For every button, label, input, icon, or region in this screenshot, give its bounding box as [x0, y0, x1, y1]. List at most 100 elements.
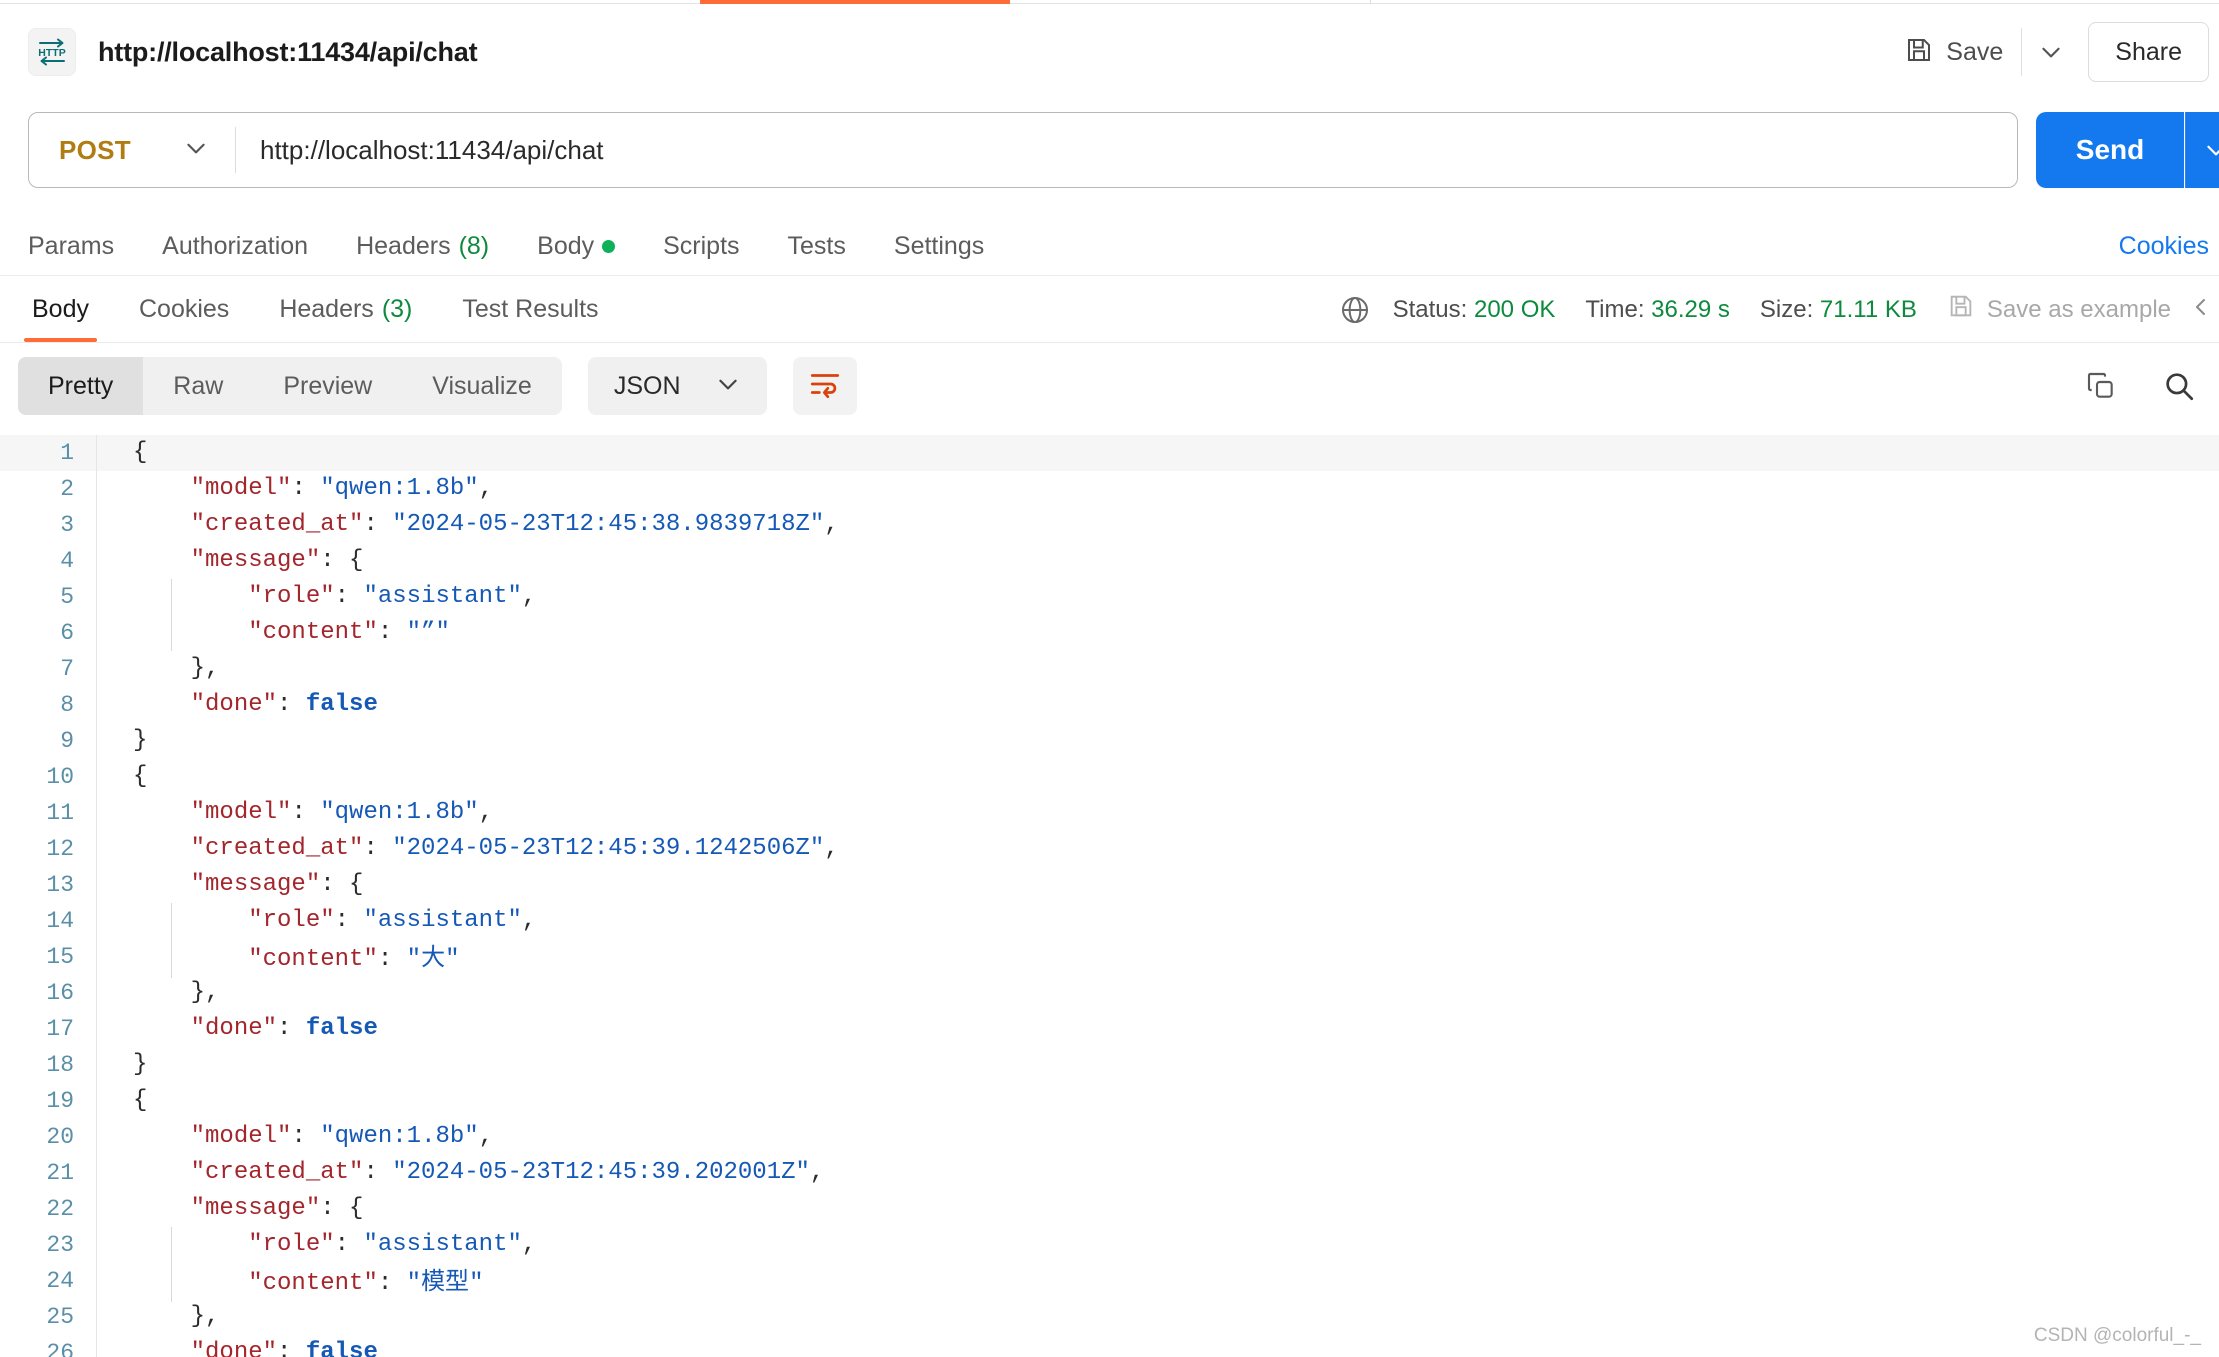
code-line: 23 "role": "assistant", [0, 1227, 2219, 1263]
code-token: "2024-05-23T12:45:39.1242506Z" [392, 835, 825, 862]
status-value: 200 OK [1473, 295, 1556, 323]
search-icon[interactable] [2153, 360, 2205, 412]
time-value: 36.29 s [1651, 295, 1730, 323]
response-tab-test-results[interactable]: Test Results [448, 278, 612, 342]
indent-guide [171, 1263, 172, 1302]
code-token: }, [190, 979, 220, 1006]
response-body-viewer[interactable]: 1{2 "model": "qwen:1.8b", 3 "created_at":… [0, 429, 2219, 1357]
code-token: "role" [248, 583, 335, 610]
line-number: 13 [46, 872, 74, 898]
code-text: "role": "assistant", [97, 579, 536, 615]
code-token: " [406, 1270, 422, 1297]
line-number: 17 [46, 1016, 74, 1042]
code-token: { [133, 763, 148, 790]
tab-body[interactable]: Body [537, 232, 616, 261]
tab-label: Body [537, 232, 595, 260]
code-text: } [97, 1047, 147, 1083]
copy-icon[interactable] [2075, 360, 2127, 412]
code-token: : [291, 475, 321, 502]
response-tab-headers[interactable]: Headers (3) [265, 278, 426, 342]
method-selector[interactable]: POST [29, 113, 235, 187]
save-icon [1904, 35, 1934, 70]
time-label: Time: [1585, 295, 1645, 323]
headers-count: (8) [458, 232, 490, 260]
tab-label: Params [28, 232, 115, 260]
code-token: false [305, 1339, 378, 1357]
request-title: http://localhost:11434/api/chat [98, 36, 478, 67]
response-tab-body[interactable]: Body [18, 278, 103, 342]
method-label: POST [59, 134, 131, 165]
tab-scripts[interactable]: Scripts [663, 232, 739, 261]
code-token: , [478, 475, 494, 502]
response-tab-cookies[interactable]: Cookies [125, 278, 243, 342]
code-token: "message" [190, 871, 321, 898]
view-mode-pretty[interactable]: Pretty [18, 357, 144, 415]
code-token: { [133, 439, 148, 466]
code-token: "created_at" [190, 835, 364, 862]
save-as-example-button[interactable]: Save as example [1947, 292, 2171, 327]
code-token: : [291, 1123, 321, 1150]
code-token: : [363, 835, 393, 862]
code-line: 16 }, [0, 975, 2219, 1011]
code-token: }, [190, 655, 220, 682]
code-text: "content": "”" [97, 615, 450, 651]
line-number: 12 [46, 836, 74, 862]
tab-settings[interactable]: Settings [894, 232, 984, 261]
line-number: 24 [46, 1268, 74, 1294]
code-line: 12 "created_at": "2024-05-23T12:45:39.12… [0, 831, 2219, 867]
code-token: : { [320, 871, 364, 898]
save-button[interactable]: Save [1892, 27, 2015, 78]
cookies-link[interactable]: Cookies [2119, 232, 2209, 261]
word-wrap-toggle[interactable] [792, 357, 857, 415]
code-text: { [97, 435, 147, 471]
language-selector[interactable]: JSON [587, 357, 767, 415]
code-text: "model": "qwen:1.8b", [97, 795, 493, 831]
save-options-chevron-down-icon[interactable] [2028, 29, 2074, 75]
line-number: 4 [60, 548, 74, 574]
indent-guide [171, 1227, 172, 1263]
code-token: "done" [190, 691, 278, 718]
tab-headers[interactable]: Headers (8) [356, 232, 489, 261]
code-text: "message": { [97, 867, 364, 903]
language-chevron-down-icon [715, 371, 741, 402]
tab-authorization[interactable]: Authorization [162, 232, 308, 261]
code-token: : [377, 1270, 407, 1297]
code-token: "message" [190, 547, 321, 574]
url-input[interactable] [236, 134, 2017, 166]
format-toolbar-actions [2075, 360, 2219, 412]
code-line: 19 { [0, 1083, 2219, 1119]
request-tabs: Params Authorization Headers (8) Body Sc… [0, 218, 2219, 276]
code-line: 26 "done": false [0, 1335, 2219, 1357]
response-overflow-chevron-icon[interactable] [2189, 295, 2213, 324]
response-tabs: Body Cookies Headers (3) Test Results [18, 278, 635, 342]
code-token: , [478, 799, 494, 826]
response-metrics: Status: 200 OK Time: 36.29 s Size: 71.11… [1339, 292, 2219, 327]
code-token: " [406, 946, 422, 973]
line-number: 7 [60, 656, 74, 682]
tab-params[interactable]: Params [28, 232, 114, 261]
indent-guide [171, 903, 172, 939]
code-text: "content": "大" [97, 939, 459, 978]
code-line: 2 "model": "qwen:1.8b", [0, 471, 2219, 507]
url-bar: POST [28, 112, 2018, 188]
send-button[interactable]: Send [2036, 112, 2184, 188]
line-number: 8 [60, 692, 74, 718]
view-mode-label: Preview [283, 371, 373, 400]
view-mode-preview[interactable]: Preview [253, 357, 402, 415]
size-metric: Size: 71.11 KB [1760, 296, 1917, 324]
send-options-chevron-down-icon[interactable] [2185, 112, 2219, 188]
code-line: 3 "created_at": "2024-05-23T12:45:38.983… [0, 507, 2219, 543]
code-token: false [305, 1015, 378, 1042]
response-headers-count: (3) [381, 295, 413, 323]
tab-label: Authorization [162, 232, 309, 260]
code-line: 24 "content": "模型" [0, 1263, 2219, 1302]
view-mode-raw[interactable]: Raw [143, 357, 253, 415]
watermark: CSDN @colorful_-_ [2033, 1325, 2201, 1346]
view-mode-visualize[interactable]: Visualize [402, 357, 562, 415]
code-line: 14 "role": "assistant", [0, 903, 2219, 939]
globe-icon [1339, 294, 1371, 326]
save-example-label: Save as example [1986, 295, 2171, 323]
tab-tests[interactable]: Tests [788, 232, 846, 261]
view-mode-group: Pretty Raw Preview Visualize [18, 357, 562, 415]
share-button[interactable]: Share [2088, 22, 2209, 82]
